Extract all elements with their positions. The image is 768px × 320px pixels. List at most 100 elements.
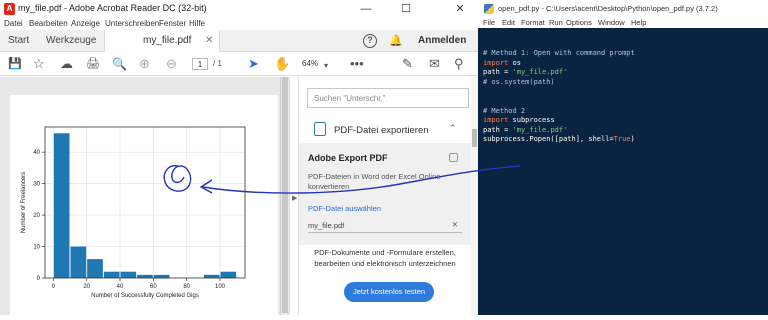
menu-anzeige[interactable]: Anzeige — [71, 19, 100, 28]
code-token: subprocess — [508, 116, 555, 125]
panel-scrollbar-thumb[interactable] — [472, 129, 477, 147]
help-icon[interactable]: ? — [363, 34, 377, 48]
tab-werkzeuge[interactable]: Werkzeuge — [46, 35, 96, 46]
idle-menu-edit[interactable]: Edit — [502, 18, 515, 27]
code-line: path = 'my_file.pdf' — [483, 126, 567, 135]
page-down-icon[interactable]: ⊖ — [166, 56, 177, 72]
code-token: os — [508, 58, 521, 67]
select-pdf-link[interactable]: PDF-Datei auswählen — [308, 204, 381, 213]
code-line: # Method 2 — [483, 107, 525, 116]
menu-datei[interactable]: Datei — [4, 19, 23, 28]
mail-icon[interactable]: ✉ — [429, 56, 440, 72]
remove-file-icon[interactable]: ✕ — [452, 220, 458, 229]
save-icon[interactable]: 💾 — [8, 56, 22, 72]
idle-menu-options[interactable]: Options — [566, 18, 592, 27]
zoom-dropdown-icon[interactable]: ▾ — [324, 58, 328, 74]
selected-file-name: my_file.pdf — [308, 221, 345, 230]
x-tick-label: 40 — [117, 284, 124, 290]
code-line: # os.system(path) — [483, 78, 555, 87]
bookmark-star-icon[interactable]: ☆ — [33, 56, 45, 72]
python-icon — [484, 4, 494, 14]
x-tick-label: 0 — [52, 284, 56, 290]
code-line: import subprocess — [483, 116, 555, 125]
code-token: subprocess.Popen([path], shell= — [483, 135, 614, 144]
y-tick-label: 40 — [33, 150, 40, 156]
zoom-level[interactable]: 64% — [302, 59, 318, 68]
tools-search-input[interactable]: Suchen "Unterschr." — [307, 88, 469, 108]
close-button[interactable]: ✕ — [446, 0, 474, 18]
histogram-bar — [220, 271, 237, 278]
select-cursor-icon[interactable]: ➤ — [248, 56, 259, 72]
idle-menu-bar: File Edit Format Run Options Window Help — [478, 18, 768, 28]
collapse-arrow-icon[interactable]: ▶ — [292, 194, 297, 202]
x-tick-label: 60 — [150, 284, 157, 290]
tab-bar: Start Werkzeuge my_file.pdf ✕ ? 🔔 Anmeld… — [0, 30, 478, 52]
idle-menu-file[interactable]: File — [483, 18, 495, 27]
export-pdf-title[interactable]: PDF-Datei exportieren — [334, 125, 429, 136]
idle-menu-format[interactable]: Format — [521, 18, 545, 27]
menu-fenster[interactable]: Fenster — [159, 19, 186, 28]
idle-title-bar: open_pdf.py - C:\Users\acent\Desktop\Pyt… — [478, 0, 768, 18]
zoom-search-icon[interactable]: 🔍 — [112, 56, 127, 72]
idle-menu-run[interactable]: Run — [549, 18, 563, 27]
code-line: subprocess.Popen([path], shell=True) — [483, 135, 635, 144]
page-number-input[interactable]: 1 — [192, 58, 208, 70]
cloud-upload-icon[interactable]: ☁ — [60, 56, 73, 72]
menu-hilfe[interactable]: Hilfe — [189, 19, 205, 28]
code-line: path = 'my_file.pdf' — [483, 68, 567, 77]
y-axis-label: Number of Freelancers — [21, 172, 27, 233]
menu-unterschreiben[interactable]: Unterschreiben — [105, 19, 159, 28]
scrollbar-thumb[interactable] — [282, 77, 288, 313]
print-icon[interactable]: 🖨 — [86, 56, 100, 72]
minimize-button[interactable]: — — [352, 0, 380, 18]
histogram-bar — [203, 274, 220, 278]
chevron-up-icon[interactable]: ⌃ — [449, 123, 457, 134]
code-editor[interactable]: # Method 1: Open with command prompt impo… — [478, 28, 768, 315]
histogram-bar — [103, 271, 120, 278]
menu-bar: Datei Bearbeiten Anzeige Unterschreiben … — [0, 18, 478, 30]
maximize-button[interactable]: ☐ — [392, 0, 420, 18]
page-up-icon[interactable]: ⊕ — [139, 56, 150, 72]
idle-menu-help[interactable]: Help — [631, 18, 646, 27]
histogram-bar — [153, 274, 170, 278]
close-tab-icon[interactable]: ✕ — [205, 35, 213, 46]
document-tab-label: my_file.pdf — [143, 35, 192, 46]
histogram-bar — [53, 133, 70, 278]
promo-text: PDF-Dokumente und -Formulare erstellen, … — [314, 248, 456, 268]
y-tick-label: 0 — [37, 276, 41, 282]
code-token: import — [483, 116, 509, 125]
document-scrollbar[interactable] — [280, 77, 289, 315]
panel-scrollbar[interactable] — [471, 77, 478, 315]
tab-document[interactable]: my_file.pdf ✕ — [104, 30, 220, 52]
y-tick-label: 20 — [33, 213, 40, 219]
login-button[interactable]: Anmelden — [418, 35, 466, 46]
y-tick-label: 10 — [33, 245, 40, 251]
histogram-bar — [87, 259, 103, 278]
window-title: my_file.pdf - Adobe Acrobat Reader DC (3… — [18, 3, 207, 13]
code-line: import os — [483, 59, 521, 68]
export-pdf-icon — [314, 122, 326, 136]
code-token: # Method 2 — [483, 106, 526, 115]
notification-bell-icon[interactable]: 🔔 — [389, 34, 403, 47]
export-settings-icon[interactable] — [449, 153, 458, 162]
panel-collapse-divider[interactable]: ▶ — [289, 77, 299, 315]
x-tick-label: 80 — [183, 284, 190, 290]
sign-icon[interactable]: ✎ — [402, 56, 413, 72]
y-tick-label: 30 — [33, 182, 40, 188]
selected-file-field[interactable]: my_file.pdf ✕ — [308, 219, 462, 233]
menu-bearbeiten[interactable]: Bearbeiten — [29, 19, 68, 28]
code-line: # Method 1: Open with command prompt — [483, 49, 635, 58]
pdf-page: 0 20 40 60 80 100 0 10 20 30 40 Number of Successfu… — [10, 95, 278, 315]
export-pdf-box: Adobe Export PDF PDF-Dateien in Word ode… — [299, 143, 471, 245]
idle-menu-window[interactable]: Window — [598, 18, 625, 27]
acrobat-app-icon: A — [4, 3, 15, 15]
code-token: # Method 1: Open with command prompt — [483, 49, 635, 57]
tab-start[interactable]: Start — [8, 35, 29, 46]
more-tools-icon[interactable]: ••• — [350, 56, 364, 72]
free-trial-button[interactable]: Jetzt kostenlos testen — [344, 282, 434, 302]
code-token: ) — [630, 135, 635, 144]
hand-tool-icon[interactable]: ✋ — [274, 56, 290, 72]
add-user-icon[interactable]: ⚲ — [454, 56, 464, 72]
code-token: 'my_file.pdf' — [512, 125, 568, 134]
export-heading: Adobe Export PDF — [308, 153, 388, 163]
